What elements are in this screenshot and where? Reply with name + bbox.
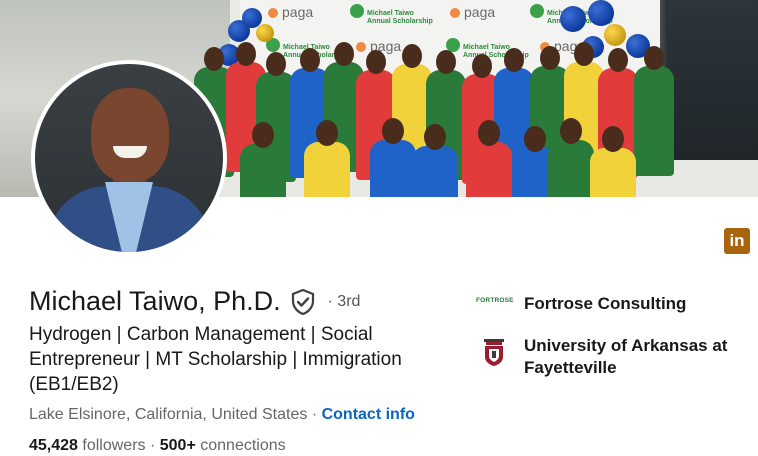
balloon xyxy=(604,24,626,46)
current-company-item[interactable]: FORTROSE Fortrose Consulting xyxy=(476,293,754,315)
avatar-photo xyxy=(35,64,223,252)
balloon xyxy=(256,24,274,42)
profile-name-row: Michael Taiwo, Ph.D. · 3rd xyxy=(29,286,360,322)
paga-logo: paga xyxy=(268,4,313,20)
connections-label[interactable]: connections xyxy=(200,437,285,454)
avatar-head xyxy=(91,88,169,182)
education-item[interactable]: University of Arkansas at Fayetteville xyxy=(476,335,754,379)
university-name: University of Arkansas at Fayetteville xyxy=(524,336,728,377)
location-separator: · xyxy=(307,406,322,423)
connections-count: 500+ xyxy=(159,437,196,454)
fortrose-logo-text: FORTROSE xyxy=(476,297,514,304)
fortrose-logo: FORTROSE xyxy=(476,293,514,304)
paga-logo: paga xyxy=(450,4,495,20)
followers-row: 45,428 followers · 500+ connections xyxy=(29,437,286,455)
verified-shield-icon[interactable] xyxy=(291,288,315,315)
connection-degree: · 3rd xyxy=(327,292,361,310)
connections-separator: · xyxy=(145,437,160,454)
university-crest-icon xyxy=(476,335,512,372)
profile-avatar[interactable] xyxy=(31,60,227,256)
profile-headline: Hydrogen | Carbon Management | Social En… xyxy=(29,324,402,395)
contact-info-link[interactable]: Contact info xyxy=(322,406,415,423)
profile-name: Michael Taiwo, Ph.D. xyxy=(29,286,281,316)
scholarship-logo: Michael TaiwoAnnual Scholarship xyxy=(350,4,433,26)
followers-label[interactable]: followers xyxy=(82,437,145,454)
followers-count: 45,428 xyxy=(29,437,78,454)
linkedin-icon[interactable]: in xyxy=(724,228,750,254)
profile-location: Lake Elsinore, California, United States xyxy=(29,406,308,423)
company-name: Fortrose Consulting xyxy=(524,294,687,313)
balloon xyxy=(560,6,586,32)
location-row: Lake Elsinore, California, United States… xyxy=(29,406,415,424)
balloon xyxy=(588,0,614,26)
